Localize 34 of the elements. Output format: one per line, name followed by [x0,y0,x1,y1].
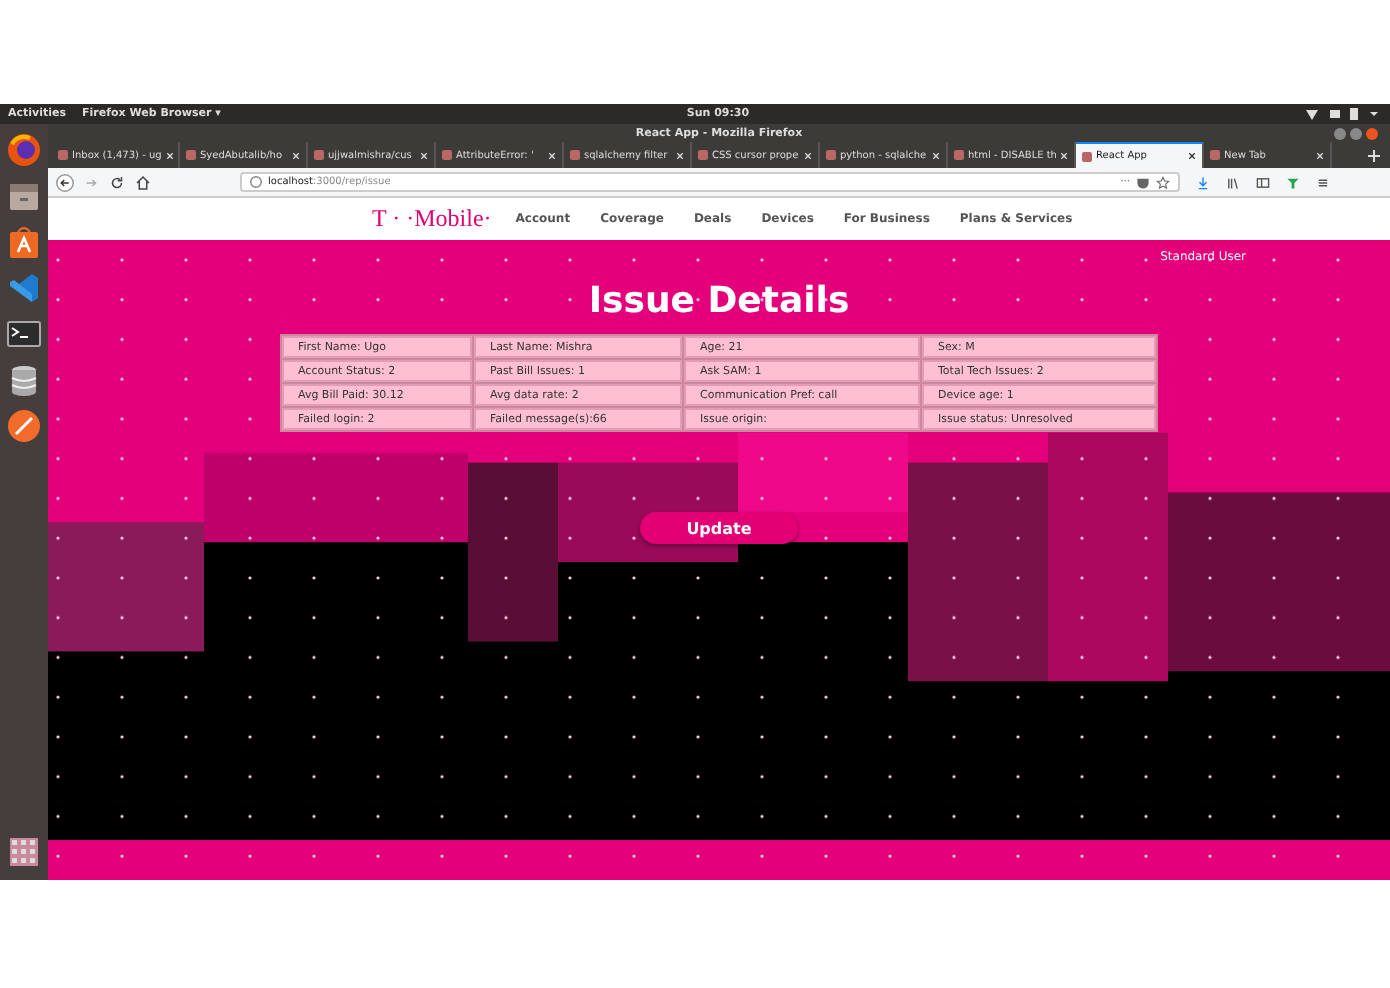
menu-icon[interactable] [1316,175,1330,189]
extension-icon[interactable] [1286,175,1300,189]
pocket-icon[interactable] [1136,175,1150,189]
favicon-icon [1082,151,1092,161]
favicon-icon [186,150,196,160]
library-icon[interactable] [1226,175,1240,189]
favicon-icon [954,150,964,160]
favicon-icon [58,150,68,160]
favicon-icon [1210,150,1220,160]
favicon-icon [698,150,708,160]
info-icon[interactable] [250,176,262,188]
firefox-icon[interactable] [6,132,42,168]
page-title: Issue Details [588,280,850,322]
favicon-icon [826,150,836,160]
favicon-icon [442,150,452,160]
shopping-bag-icon[interactable] [6,224,42,260]
download-icon[interactable] [1196,175,1210,189]
file-cabinet-icon[interactable] [6,178,42,214]
database-icon[interactable] [6,362,42,398]
system-tray-icon[interactable] [1302,106,1382,122]
pen-icon[interactable] [6,408,42,444]
reload-icon[interactable] [108,173,126,191]
star-icon[interactable] [1156,175,1170,189]
favicon-icon [314,150,324,160]
home-icon[interactable] [134,173,152,191]
sidebar-icon[interactable] [1256,175,1270,189]
new-tab-icon[interactable] [1366,147,1382,163]
favicon-icon [570,150,580,160]
logo[interactable]: T · ·Mobile· [372,204,492,234]
close-icon[interactable] [1188,152,1196,160]
update-button[interactable]: Update [640,512,798,544]
terminal-icon[interactable] [6,316,42,352]
code-editor-icon[interactable] [6,270,42,306]
back-icon[interactable] [56,173,74,191]
